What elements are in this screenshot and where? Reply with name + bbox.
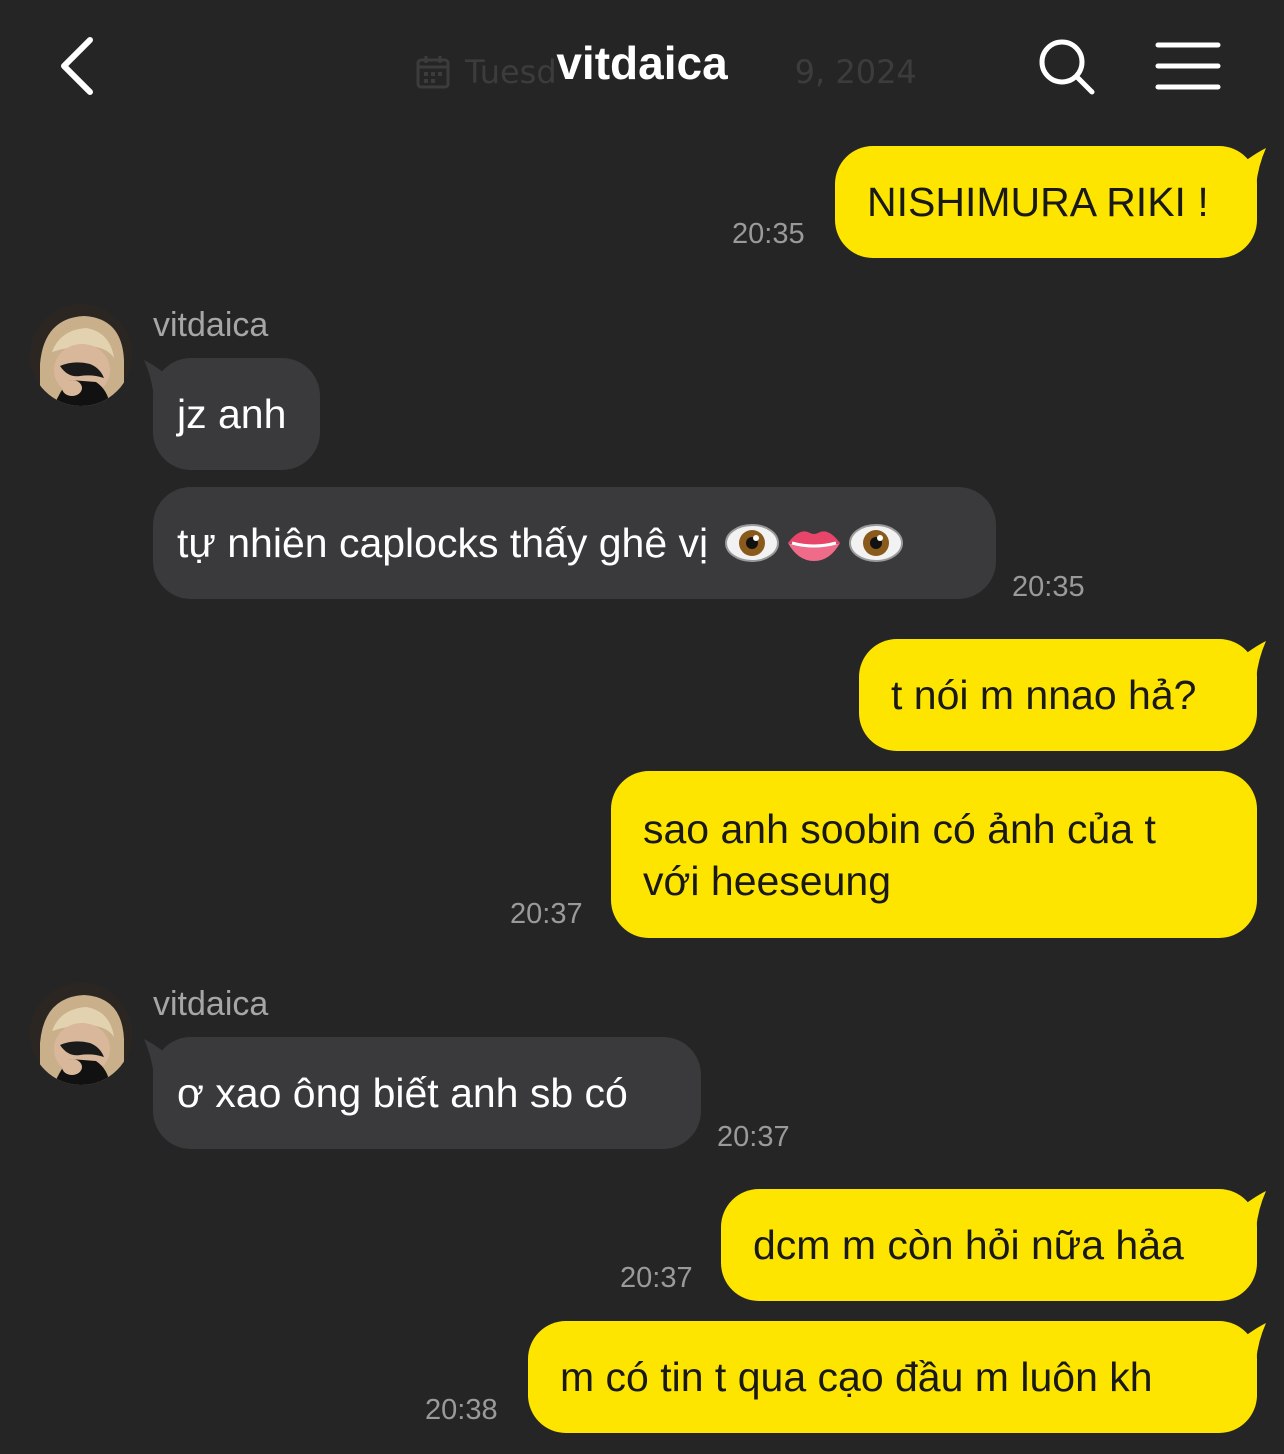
incoming-message-bubble[interactable]: ơ xao ông biết anh sb có — [153, 1037, 701, 1149]
message-text: NISHIMURA RIKI ! — [867, 179, 1209, 225]
search-icon — [1039, 39, 1095, 95]
bubble-tail-icon — [1226, 148, 1266, 186]
avatar[interactable] — [30, 304, 132, 406]
search-button[interactable] — [1036, 36, 1098, 98]
message-text: ơ xao ông biết anh sb có — [177, 1070, 628, 1116]
outgoing-message-bubble[interactable]: t nói m nnao hả? — [859, 639, 1257, 751]
bubble-tail-icon — [144, 1039, 182, 1077]
bubble-tail-icon — [1226, 641, 1266, 679]
message-text-line: với heeseung — [643, 857, 892, 904]
back-button[interactable] — [48, 30, 108, 102]
message-text: dcm m còn hỏi nữa hảa — [753, 1222, 1184, 1268]
outgoing-message-bubble[interactable]: NISHIMURA RIKI ! — [835, 146, 1257, 258]
message-timestamp: 20:37 — [510, 898, 583, 930]
profile-photo-icon — [30, 983, 132, 1085]
lips-icon — [788, 531, 841, 561]
message-timestamp: 20:35 — [1012, 571, 1085, 603]
bubble-tail-icon — [1226, 1323, 1266, 1361]
message-text: m có tin t qua cạo đầu m luôn kh — [560, 1354, 1153, 1400]
message-timestamp: 20:35 — [732, 218, 805, 250]
bubble-tail-icon — [144, 360, 182, 398]
hamburger-menu-icon — [1155, 42, 1221, 90]
incoming-message-bubble[interactable]: tự nhiên caplocks thấy ghê vị — [153, 487, 996, 599]
calendar-icon — [416, 56, 450, 89]
message-text: tự nhiên caplocks thấy ghê vị — [177, 520, 709, 566]
message-text: t nói m nnao hả? — [891, 672, 1197, 718]
outgoing-message-bubble[interactable]: m có tin t qua cạo đầu m luôn kh — [528, 1321, 1257, 1433]
outgoing-message-bubble[interactable]: dcm m còn hỏi nữa hảa — [721, 1189, 1257, 1301]
date-text-right: 9, 2024 — [794, 53, 917, 91]
date-text-left: Tuesd — [465, 53, 557, 91]
outgoing-message-bubble[interactable]: sao anh soobin có ảnh của t với heeseung — [611, 771, 1257, 938]
date-divider-watermark: Tuesd 9, 2024 — [415, 50, 917, 94]
eye-icon — [849, 524, 904, 562]
message-timestamp: 20:37 — [620, 1262, 693, 1294]
message-timestamp: 20:37 — [717, 1121, 790, 1153]
chat-header: Tuesd 9, 2024 vitdaica — [0, 0, 1284, 130]
message-timestamp: 20:38 — [425, 1394, 498, 1426]
chevron-left-icon — [61, 37, 93, 95]
message-text: jz anh — [177, 391, 287, 437]
sender-name: vitdaica — [153, 306, 269, 344]
sender-name: vitdaica — [153, 985, 269, 1023]
chat-screen: Tuesd 9, 2024 vitdaica 20:35 NISHIMURA R… — [0, 0, 1284, 1454]
menu-button[interactable] — [1154, 40, 1222, 92]
bubble-tail-icon — [1226, 1191, 1266, 1229]
profile-photo-icon — [30, 304, 132, 406]
avatar[interactable] — [30, 983, 132, 1085]
message-text-line: sao anh soobin có ảnh của t — [643, 805, 1156, 852]
eye-icon — [725, 524, 780, 562]
